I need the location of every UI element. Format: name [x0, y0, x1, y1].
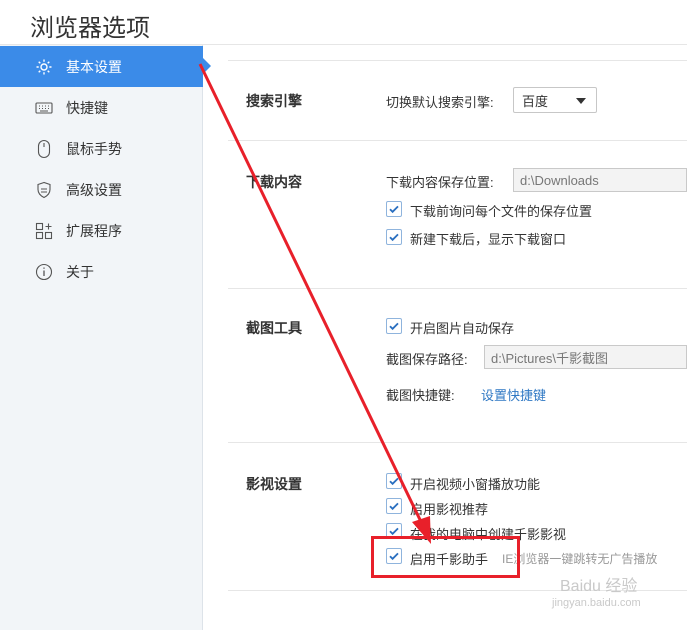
shield-icon — [34, 180, 54, 200]
sidebar-item-label: 关于 — [66, 263, 94, 280]
ask-each-label: 下载前询问每个文件的保存位置 — [410, 204, 593, 219]
show-download-window-label: 新建下载后，显示下载窗口 — [410, 232, 567, 247]
search-engine-value: 百度 — [522, 93, 549, 109]
mouse-icon — [34, 139, 54, 159]
download-path-label: 下载内容保存位置: — [386, 175, 494, 190]
watermark-url: jingyan.baidu.com — [552, 597, 641, 609]
screenshot-path-field[interactable]: d:\Pictures\千影截图 — [484, 345, 687, 369]
section-title-video: 影视设置 — [246, 476, 302, 492]
divider — [228, 60, 687, 61]
divider — [228, 442, 687, 443]
sidebar-item-mouse-gestures[interactable]: 鼠标手势 — [0, 128, 203, 169]
assistant-hint: IE浏览器一键跳转无广告播放 — [502, 552, 658, 566]
sidebar-item-basic-settings[interactable]: 基本设置 — [0, 46, 211, 87]
sidebar-item-shortcuts[interactable]: 快捷键 — [0, 87, 203, 128]
extensions-icon — [34, 221, 54, 241]
auto-save-checkbox[interactable] — [386, 318, 402, 334]
info-icon — [34, 262, 54, 282]
sidebar-item-label: 快捷键 — [66, 99, 108, 116]
recommend-label: 启用影视推荐 — [410, 502, 489, 517]
divider — [228, 288, 687, 289]
section-title-screenshot: 截图工具 — [246, 320, 302, 336]
highlight-box — [371, 536, 520, 578]
search-engine-select[interactable]: 百度 — [513, 87, 597, 113]
sidebar: 基本设置 快捷键 鼠标手势 高级设置 扩展程序 关于 — [0, 45, 211, 630]
search-engine-label: 切换默认搜索引擎: — [386, 95, 494, 110]
recommend-checkbox[interactable] — [386, 498, 402, 514]
section-title-search: 搜索引擎 — [246, 93, 302, 109]
gear-icon — [34, 57, 54, 77]
sidebar-item-label: 基本设置 — [66, 58, 122, 75]
download-path-field[interactable]: d:\Downloads — [513, 168, 687, 192]
sidebar-item-label: 鼠标手势 — [66, 140, 122, 157]
section-title-download: 下载内容 — [246, 174, 302, 190]
small-window-checkbox[interactable] — [386, 473, 402, 489]
sidebar-item-extensions[interactable]: 扩展程序 — [0, 210, 203, 251]
sidebar-item-label: 扩展程序 — [66, 222, 122, 239]
chevron-down-icon — [576, 98, 586, 104]
auto-save-label: 开启图片自动保存 — [410, 321, 515, 336]
divider — [228, 140, 687, 141]
set-shortcut-link[interactable]: 设置快捷键 — [481, 385, 546, 404]
small-window-label: 开启视频小窗播放功能 — [410, 477, 541, 492]
sidebar-item-about[interactable]: 关于 — [0, 251, 203, 292]
ask-each-checkbox[interactable] — [386, 201, 402, 217]
sidebar-item-label: 高级设置 — [66, 181, 122, 198]
watermark: Baidu 经验 — [560, 578, 638, 595]
sidebar-item-advanced-settings[interactable]: 高级设置 — [0, 169, 203, 210]
window-title: 浏览器选项 — [30, 15, 150, 42]
screenshot-path-label: 截图保存路径: — [386, 352, 468, 367]
keyboard-icon — [34, 98, 54, 118]
show-download-window-checkbox[interactable] — [386, 229, 402, 245]
screenshot-shortcut-label: 截图快捷键: — [386, 388, 455, 403]
